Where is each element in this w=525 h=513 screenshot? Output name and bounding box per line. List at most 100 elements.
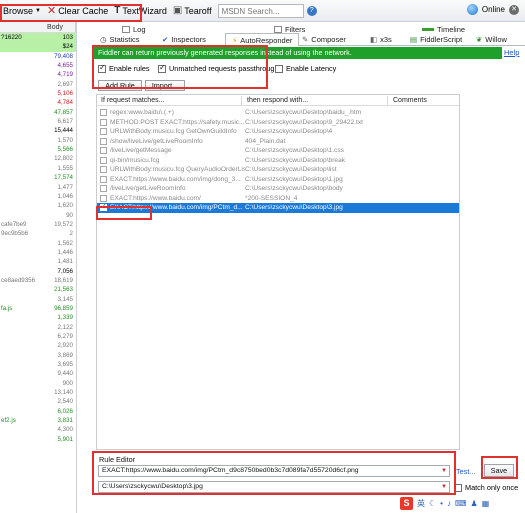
session-row[interactable]: $24	[0, 42, 76, 52]
session-row[interactable]: ?16220 103	[0, 33, 76, 43]
session-row[interactable]: 4,300	[0, 425, 76, 434]
session-row[interactable]: 9,440	[0, 369, 76, 378]
tab-statistics[interactable]: ◷ Statistics	[100, 34, 140, 45]
enable-rules-option[interactable]: Enable rules	[98, 63, 150, 73]
session-row[interactable]: 2,920	[0, 341, 76, 350]
rule-enabled-checkbox[interactable]	[100, 118, 107, 126]
rule-row[interactable]: regex:www.baidu\.(.+) C:\Users\zsckycwu\D…	[97, 108, 459, 118]
tab-js[interactable]: ◧ x3s	[370, 34, 392, 45]
rule-enabled-checkbox[interactable]	[100, 194, 107, 202]
session-row[interactable]: 4,784	[0, 98, 76, 107]
rule-row[interactable]: METHOD:POST EXACT:https://safety.music..…	[97, 118, 459, 128]
chevron-down-icon[interactable]: ▼	[440, 482, 448, 492]
session-row[interactable]: 3,869	[0, 351, 76, 360]
session-row[interactable]: 21,563	[0, 285, 76, 294]
rule-enabled-checkbox[interactable]	[100, 202, 107, 212]
rule-enabled-checkbox[interactable]	[100, 166, 107, 173]
sogou-icon[interactable]: S	[400, 497, 413, 510]
match-column-header[interactable]: If request matches...	[101, 95, 164, 106]
rule-row[interactable]: qi-bin/musicu.fcg C:\Users\zsckycwu\Deskt…	[97, 156, 459, 166]
session-row[interactable]: 2,540	[0, 397, 76, 406]
enable-rules-checkbox[interactable]	[98, 63, 106, 73]
session-row[interactable]: 6,279	[0, 332, 76, 341]
session-row[interactable]: 1,570	[0, 136, 76, 145]
session-row[interactable]: 1,620	[0, 201, 76, 210]
session-row[interactable]: 5,566	[0, 145, 76, 154]
test-link[interactable]: Test...	[456, 467, 475, 476]
session-row[interactable]: 3,695	[0, 360, 76, 369]
respond-with-input[interactable]: C:\Users\zsckycwu\Desktop\3.jpg ▼	[98, 481, 450, 493]
moon-icon[interactable]: ☾	[429, 499, 436, 508]
rule-enabled-checkbox[interactable]	[100, 128, 107, 135]
session-row[interactable]: 12,802	[0, 154, 76, 163]
session-row[interactable]: 6,617	[0, 117, 76, 126]
match-pattern-input[interactable]: EXACT:https://www.baidu.com/img/PCtm_d9c…	[98, 465, 450, 477]
browse-button[interactable]: Browse ▼	[0, 6, 44, 16]
rule-enabled-checkbox[interactable]	[100, 147, 107, 154]
session-row[interactable]: 1,339	[0, 313, 76, 322]
enable-latency-option[interactable]: Enable Latency	[275, 64, 336, 73]
match-only-once-checkbox[interactable]	[454, 483, 462, 492]
rule-row[interactable]: EXACT:https://www.baidu.com/ *200-SESSION…	[97, 194, 459, 204]
session-row[interactable]: 5,106	[0, 89, 76, 98]
search-help-icon[interactable]: ?	[306, 5, 317, 16]
session-row[interactable]: 1,446	[0, 248, 76, 257]
session-row[interactable]: 7,056	[0, 267, 76, 276]
session-row[interactable]: 1,555	[0, 164, 76, 173]
rule-enabled-checkbox[interactable]	[100, 185, 107, 192]
session-row[interactable]: 6,026	[0, 407, 76, 416]
session-row[interactable]: 1,046	[0, 192, 76, 201]
session-row[interactable]: 1,477	[0, 183, 76, 192]
help-link[interactable]: Help	[504, 48, 519, 57]
chevron-down-icon[interactable]: ▼	[440, 466, 448, 476]
rule-enabled-checkbox[interactable]	[100, 137, 107, 145]
rule-row[interactable]: URLWithBody:musicu.fcg QueryAudioOrderLi…	[97, 165, 459, 175]
unmatched-passthrough-checkbox[interactable]	[158, 63, 166, 73]
clear-cache-button[interactable]: ✕ Clear Cache	[44, 4, 111, 17]
session-row[interactable]: 3,145	[0, 295, 76, 304]
session-row[interactable]: 900	[0, 379, 76, 388]
session-row[interactable]: 17,574	[0, 173, 76, 182]
body-column-header[interactable]: Body	[47, 22, 75, 32]
msdn-search-input[interactable]: MSDN Search...	[217, 3, 304, 18]
session-row[interactable]: 90	[0, 211, 76, 220]
online-status[interactable]: Online	[482, 5, 505, 14]
session-row[interactable]: fa.js 96,859	[0, 304, 76, 313]
session-row[interactable]: 2,697	[0, 80, 76, 89]
session-row[interactable]: 1,481	[0, 257, 76, 266]
input-language[interactable]: 英	[417, 498, 425, 509]
enable-latency-checkbox[interactable]	[275, 64, 283, 73]
tab-inspectors[interactable]: ✔ Inspectors	[162, 34, 206, 45]
grid-icon[interactable]: ▦	[482, 499, 490, 508]
shirt-icon[interactable]: ♟	[471, 499, 478, 508]
close-icon[interactable]: ✕	[509, 4, 519, 15]
dot-icon[interactable]: •	[440, 499, 443, 508]
add-rule-button[interactable]: Add Rule	[98, 80, 142, 91]
rule-row[interactable]: URLWithBody:musicu.fcg GetOwnGuildInfo C:…	[97, 127, 459, 137]
comments-column-header[interactable]: Comments	[393, 95, 427, 106]
session-row[interactable]: 4,719	[0, 70, 76, 79]
rule-row[interactable]: /liveLive/getLiveRoomInfo C:\Users\zsckyc…	[97, 184, 459, 194]
mic-icon[interactable]: ♪	[447, 499, 451, 508]
rule-enabled-checkbox[interactable]	[100, 109, 107, 116]
session-row[interactable]: 4,655	[0, 61, 76, 70]
tab-composer[interactable]: ✎ Composer	[302, 34, 346, 45]
tearoff-button[interactable]: ▣ Tearoff	[170, 5, 215, 16]
text-wizard-button[interactable]: T TextWizard	[111, 5, 170, 16]
session-row[interactable]: 13,140	[0, 388, 76, 397]
match-only-once-option[interactable]: Match only once	[454, 483, 518, 492]
tab-willow[interactable]: ❦ Willow	[476, 34, 507, 45]
session-row[interactable]: ce8aed9356 18,619	[0, 276, 76, 285]
session-row[interactable]: ef2.js 3,831	[0, 416, 76, 425]
rule-row[interactable]: EXACT:https://www.baidu.com/img/PCtm_d..…	[97, 202, 459, 213]
rule-row[interactable]: /show/liveLive/getLiveRoomInfo 404_Plain.…	[97, 137, 459, 147]
import-button[interactable]: Import...	[145, 80, 185, 91]
rule-enabled-checkbox[interactable]	[100, 156, 107, 164]
rule-row[interactable]: /liveLive/getMessage C:\Users\zsckycwu\De…	[97, 146, 459, 156]
session-row[interactable]: 9ec9b5b6 2	[0, 229, 76, 238]
session-row[interactable]: 79,408	[0, 52, 76, 61]
tab-autoresponder[interactable]: ⚡ AutoResponder	[225, 33, 300, 46]
rule-row[interactable]: EXACT:https://www.baidu.com/img/dong_3..…	[97, 175, 459, 185]
session-row[interactable]: 47,857	[0, 108, 76, 117]
session-row[interactable]: 2,122	[0, 323, 76, 332]
